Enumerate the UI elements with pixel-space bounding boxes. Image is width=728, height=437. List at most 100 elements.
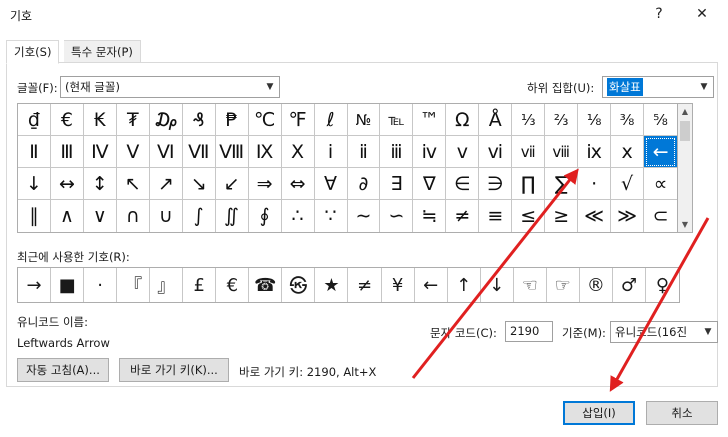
recent-symbol-cell[interactable]: → [18, 268, 52, 302]
recent-symbol-cell[interactable]: · [84, 268, 118, 302]
recent-symbol-cell[interactable]: ■ [51, 268, 85, 302]
symbol-cell[interactable]: Ⅲ [50, 136, 84, 168]
symbol-cell[interactable]: ≫ [611, 200, 645, 232]
symbol-cell[interactable]: ∈ [446, 168, 480, 200]
scroll-down-icon[interactable]: ▼ [678, 217, 692, 232]
shortcut-key-button[interactable]: 바로 가기 키(K)... [119, 358, 229, 382]
symbol-cell[interactable]: ₫ [18, 104, 51, 136]
recent-symbol-cell[interactable]: ↑ [448, 268, 481, 302]
chevron-down-icon[interactable]: ▼ [699, 322, 717, 342]
symbol-cell[interactable]: ↔ [50, 168, 84, 200]
symbol-cell[interactable]: ₭ [83, 104, 117, 136]
symbol-cell[interactable]: ∴ [282, 200, 315, 232]
subset-combobox[interactable]: 화살표 ▼ [602, 76, 714, 98]
recent-symbol-cell[interactable]: ® [580, 268, 613, 302]
symbol-cell[interactable]: ≤ [512, 200, 546, 232]
symbol-cell[interactable]: ∝ [644, 168, 677, 200]
symbol-cell[interactable]: ℡ [380, 104, 414, 136]
recent-symbol-cell[interactable]: ↓ [481, 268, 514, 302]
symbol-cell[interactable]: ∮ [249, 200, 282, 232]
symbol-cell[interactable]: ↙ [215, 168, 249, 200]
scroll-up-icon[interactable]: ▲ [678, 104, 692, 119]
symbol-cell[interactable]: ∂ [347, 168, 381, 200]
recent-symbol-cell[interactable]: 『 [117, 268, 151, 302]
symbol-cell[interactable]: ₰ [182, 104, 216, 136]
symbol-cell[interactable]: · [578, 168, 612, 200]
chevron-down-icon[interactable]: ▼ [261, 77, 279, 97]
symbol-cell[interactable]: ₱ [215, 104, 249, 136]
symbol-cell[interactable]: ∀ [314, 168, 348, 200]
symbol-cell[interactable]: ⅛ [578, 104, 612, 136]
recent-symbol-cell[interactable]: ¥ [382, 268, 415, 302]
recent-symbol-cell[interactable]: 』 [150, 268, 184, 302]
recent-symbol-cell[interactable]: ♂ [613, 268, 646, 302]
symbol-cell[interactable]: ↕ [83, 168, 117, 200]
symbol-cell[interactable]: ⅴ [446, 136, 480, 168]
symbol-cell[interactable]: ₯ [149, 104, 183, 136]
symbol-cell[interactable]: № [347, 104, 381, 136]
symbol-cell[interactable]: ™ [413, 104, 447, 136]
symbol-cell[interactable]: Ⅳ [83, 136, 117, 168]
symbol-cell[interactable]: ↘ [182, 168, 216, 200]
symbol-cell[interactable]: Ω [446, 104, 480, 136]
symbol-grid[interactable]: ₫ € ₭ ₮ ₯ ₰ ₱ ℃ ℉ ℓ № ℡ ™ Ω Å ⅓ ⅔ ⅛ ⅜ ⅝ Ⅱ Ⅲ Ⅳ Ⅴ Ⅵ Ⅶ Ⅷ Ⅸ Ⅹⅰ ⅱ ⅲ ⅳ ⅴ ⅵ ⅶ ⅷ ⅸ ⅹ ←… [17, 103, 678, 233]
symbol-cell[interactable]: € [50, 104, 84, 136]
symbol-cell[interactable]: ℓ [314, 104, 348, 136]
recent-symbol-cell[interactable]: ← [415, 268, 448, 302]
symbol-cell[interactable]: ₮ [116, 104, 150, 136]
scroll-thumb[interactable] [680, 121, 690, 141]
recent-symbol-cell[interactable]: ≠ [348, 268, 382, 302]
symbol-cell[interactable]: Ⅹ [281, 136, 315, 168]
symbol-cell[interactable]: ↗ [149, 168, 183, 200]
symbol-cell[interactable]: ⅲ [380, 136, 414, 168]
symbol-cell[interactable]: ∋ [479, 168, 513, 200]
recent-symbol-cell[interactable]: € [216, 268, 250, 302]
symbol-cell[interactable]: ⅜ [611, 104, 645, 136]
symbol-cell[interactable]: ⅰ [314, 136, 348, 168]
symbol-cell[interactable]: ≥ [545, 200, 579, 232]
symbol-cell[interactable]: ⅱ [347, 136, 381, 168]
symbol-cell[interactable]: ∩ [117, 200, 150, 232]
symbol-cell[interactable]: ∑ [545, 168, 579, 200]
symbol-cell[interactable]: ∇ [413, 168, 447, 200]
symbol-cell[interactable]: ⅔ [545, 104, 579, 136]
recent-symbol-cell[interactable]: ♀ [646, 268, 679, 302]
symbol-cell[interactable]: ∽ [380, 200, 414, 232]
recent-symbol-cell[interactable]: ★ [315, 268, 349, 302]
tab-special-characters[interactable]: 특수 문자(P) [64, 40, 141, 63]
recent-symbol-cell[interactable]: ☎ [249, 268, 283, 302]
symbol-cell[interactable]: ∏ [512, 168, 546, 200]
symbol-cell[interactable]: ↓ [18, 168, 51, 200]
symbol-cell[interactable]: ∼ [348, 200, 381, 232]
symbol-cell[interactable]: Ⅷ [215, 136, 249, 168]
symbol-cell[interactable]: Ⅱ [18, 136, 51, 168]
symbol-cell[interactable]: ⇔ [281, 168, 315, 200]
chevron-down-icon[interactable]: ▼ [695, 77, 713, 97]
symbol-cell[interactable]: ≪ [578, 200, 612, 232]
symbol-grid-scrollbar[interactable]: ▲ ▼ [678, 103, 693, 233]
recent-symbol-cell[interactable]: ☞ [547, 268, 580, 302]
cancel-button[interactable]: 취소 [646, 401, 718, 425]
symbol-cell[interactable]: ∵ [315, 200, 348, 232]
symbol-cell[interactable]: ⅷ [545, 136, 579, 168]
symbol-cell[interactable]: ← [644, 136, 677, 168]
symbol-cell[interactable]: ∨ [84, 200, 117, 232]
symbol-cell[interactable]: ⅓ [512, 104, 546, 136]
symbol-cell[interactable]: ≒ [413, 200, 447, 232]
symbol-cell[interactable]: ∧ [51, 200, 84, 232]
close-button[interactable]: ✕ [688, 3, 716, 25]
symbol-cell[interactable]: ↖ [116, 168, 150, 200]
symbol-cell[interactable]: ⅶ [512, 136, 546, 168]
symbol-cell[interactable]: ℃ [248, 104, 282, 136]
recent-symbol-cell[interactable]: ㉿ [282, 268, 316, 302]
symbol-cell[interactable]: ⅹ [611, 136, 645, 168]
symbol-cell[interactable]: Ⅵ [149, 136, 183, 168]
symbol-cell[interactable]: ≠ [446, 200, 480, 232]
font-combobox[interactable]: (현재 글꼴) ▼ [60, 76, 280, 98]
symbol-cell[interactable]: Ⅸ [248, 136, 282, 168]
char-code-input[interactable]: 2190 [505, 321, 553, 342]
autocorrect-button[interactable]: 자동 고침(A)... [17, 358, 109, 382]
symbol-cell[interactable]: Ⅴ [116, 136, 150, 168]
recent-symbol-cell[interactable]: ☜ [514, 268, 547, 302]
symbol-cell[interactable]: ℉ [281, 104, 315, 136]
